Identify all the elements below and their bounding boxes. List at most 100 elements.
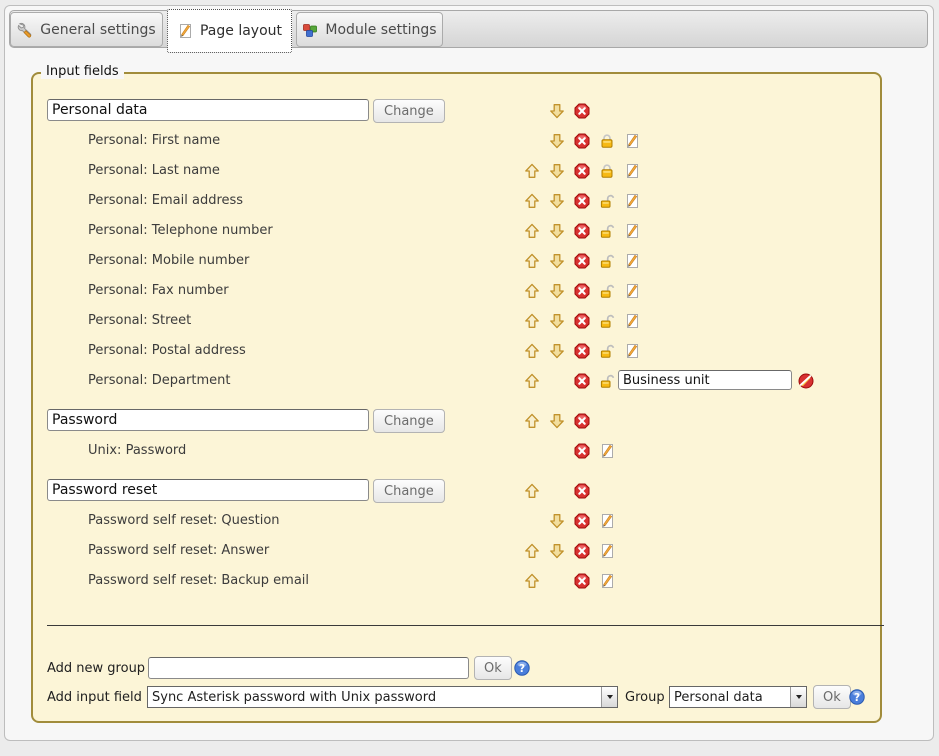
edit-icon[interactable] <box>624 133 640 149</box>
tab-page-layout[interactable]: Page layout <box>167 9 292 53</box>
field-label: Password self reset: Question <box>88 506 280 536</box>
move-down-icon[interactable] <box>549 343 565 359</box>
edit-icon[interactable] <box>624 193 640 209</box>
delete-icon[interactable] <box>574 443 590 459</box>
field-row: Personal: Street <box>0 306 939 336</box>
unlock-icon[interactable] <box>599 253 615 269</box>
tab-general-settings[interactable]: General settings <box>10 12 163 47</box>
move-down-icon[interactable] <box>549 133 565 149</box>
add-new-group-label: Add new group <box>47 661 145 676</box>
edit-icon[interactable] <box>624 163 640 179</box>
delete-icon[interactable] <box>574 133 590 149</box>
cancel-edit-icon[interactable] <box>798 373 814 389</box>
delete-icon[interactable] <box>574 513 590 529</box>
move-up-icon[interactable] <box>524 343 540 359</box>
selected-field-value: Sync Asterisk password with Unix passwor… <box>148 690 601 705</box>
edit-icon[interactable] <box>599 543 615 559</box>
field-row: Personal: Last name <box>0 156 939 186</box>
move-down-icon[interactable] <box>549 543 565 559</box>
unlock-icon[interactable] <box>599 343 615 359</box>
field-label: Personal: First name <box>88 126 220 156</box>
delete-icon[interactable] <box>574 413 590 429</box>
field-label: Personal: Telephone number <box>88 216 273 246</box>
page-edit-icon <box>177 23 193 39</box>
delete-icon[interactable] <box>574 483 590 499</box>
lock-icon[interactable] <box>599 163 615 179</box>
field-row: Personal: Email address <box>0 186 939 216</box>
fieldset-legend: Input fields <box>41 64 124 79</box>
move-up-icon[interactable] <box>524 413 540 429</box>
unlock-icon[interactable] <box>599 283 615 299</box>
edit-icon[interactable] <box>624 223 640 239</box>
group-name-input[interactable] <box>47 409 369 431</box>
move-down-icon[interactable] <box>549 413 565 429</box>
move-up-icon[interactable] <box>524 573 540 589</box>
move-up-icon[interactable] <box>524 283 540 299</box>
delete-icon[interactable] <box>574 103 590 119</box>
delete-icon[interactable] <box>574 343 590 359</box>
field-row: Password self reset: Backup email <box>0 566 939 596</box>
tab-module-settings[interactable]: Module settings <box>296 12 443 47</box>
field-row: Personal: Department <box>0 366 939 396</box>
move-down-icon[interactable] <box>549 313 565 329</box>
unlock-icon[interactable] <box>599 313 615 329</box>
page-layout-settings-page: General settings Page layout Module sett… <box>0 0 939 756</box>
add-group-ok-button[interactable]: Ok <box>474 656 512 680</box>
edit-icon[interactable] <box>624 343 640 359</box>
delete-icon[interactable] <box>574 283 590 299</box>
group-name-input[interactable] <box>47 479 369 501</box>
unlock-icon[interactable] <box>599 223 615 239</box>
delete-icon[interactable] <box>574 193 590 209</box>
move-up-icon[interactable] <box>524 223 540 239</box>
move-up-icon[interactable] <box>524 543 540 559</box>
move-up-icon[interactable] <box>524 193 540 209</box>
change-button[interactable]: Change <box>373 479 445 503</box>
move-down-icon[interactable] <box>549 103 565 119</box>
input-field-select[interactable]: Sync Asterisk password with Unix passwor… <box>147 686 618 708</box>
delete-icon[interactable] <box>574 223 590 239</box>
move-up-icon[interactable] <box>524 253 540 269</box>
delete-icon[interactable] <box>574 313 590 329</box>
edit-icon[interactable] <box>599 443 615 459</box>
edit-icon[interactable] <box>599 513 615 529</box>
change-button[interactable]: Change <box>373 409 445 433</box>
group-row: Change <box>0 406 939 436</box>
svg-text:?: ? <box>519 663 525 675</box>
move-down-icon[interactable] <box>549 193 565 209</box>
move-down-icon[interactable] <box>549 223 565 239</box>
edit-icon[interactable] <box>624 283 640 299</box>
unlock-icon[interactable] <box>599 193 615 209</box>
delete-icon[interactable] <box>574 373 590 389</box>
add-input-field-label: Add input field <box>47 690 142 705</box>
add-new-group-input[interactable] <box>148 657 469 679</box>
edit-icon[interactable] <box>624 253 640 269</box>
move-up-icon[interactable] <box>524 373 540 389</box>
add-field-ok-button[interactable]: Ok <box>813 685 851 709</box>
delete-icon[interactable] <box>574 253 590 269</box>
delete-icon[interactable] <box>574 543 590 559</box>
delete-icon[interactable] <box>574 163 590 179</box>
move-up-icon[interactable] <box>524 313 540 329</box>
change-button[interactable]: Change <box>373 99 445 123</box>
move-down-icon[interactable] <box>549 253 565 269</box>
help-icon[interactable]: ? <box>514 660 530 676</box>
edit-icon[interactable] <box>599 573 615 589</box>
default-value-input[interactable] <box>618 370 792 390</box>
move-down-icon[interactable] <box>549 283 565 299</box>
move-up-icon[interactable] <box>524 483 540 499</box>
wrench-icon <box>17 22 33 38</box>
dropdown-arrow-icon <box>601 687 617 707</box>
move-down-icon[interactable] <box>549 163 565 179</box>
move-up-icon[interactable] <box>524 163 540 179</box>
group-row: Change <box>0 476 939 506</box>
edit-icon[interactable] <box>624 313 640 329</box>
group-name-input[interactable] <box>47 99 369 121</box>
lock-icon[interactable] <box>599 133 615 149</box>
move-down-icon[interactable] <box>549 513 565 529</box>
tab-label: Module settings <box>325 22 436 38</box>
group-select[interactable]: Personal data <box>669 686 807 708</box>
delete-icon[interactable] <box>574 573 590 589</box>
help-icon[interactable]: ? <box>849 689 865 705</box>
tab-label: General settings <box>40 22 155 38</box>
unlock-icon[interactable] <box>599 373 615 389</box>
